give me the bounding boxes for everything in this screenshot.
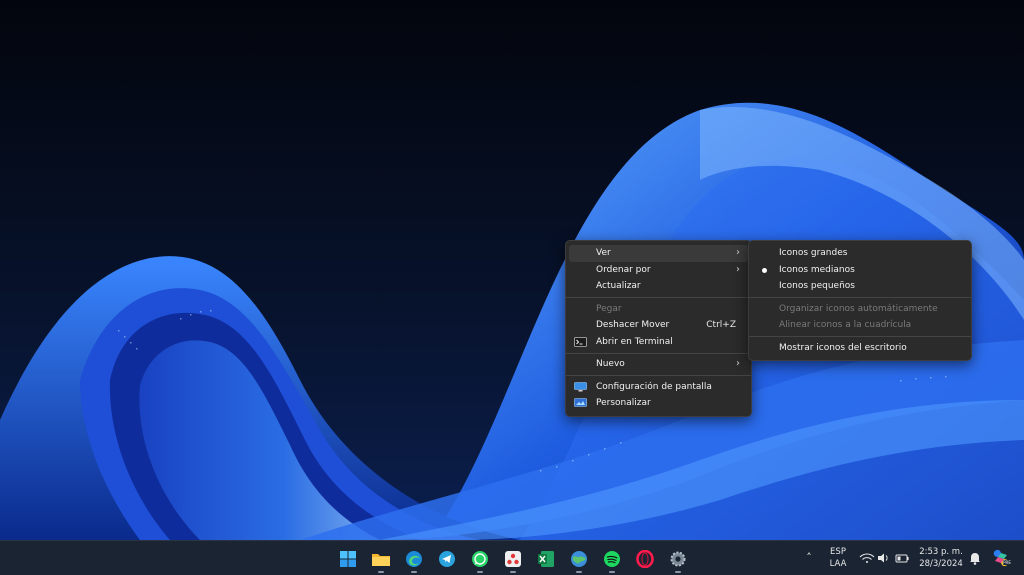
- running-indicator: [378, 571, 384, 573]
- running-indicator: [576, 571, 582, 573]
- menu-item-label: Alinear iconos a la cuadrícula: [779, 320, 912, 330]
- date-label: 28/3/2024: [919, 559, 963, 569]
- clock[interactable]: 2:53 p. m. 28/3/2024: [916, 546, 966, 570]
- running-indicator: [510, 571, 516, 573]
- menu-item-label: Nuevo: [596, 359, 625, 369]
- menu-separator: [566, 297, 751, 298]
- running-indicator: [477, 571, 483, 573]
- chevron-right-icon: ›: [736, 263, 740, 275]
- desktop-context-menu: Ver › Ordenar por › Actualizar Pegar Des…: [565, 240, 752, 417]
- wifi-icon: [859, 553, 875, 563]
- submenu-item-iconos-pequenos[interactable]: Iconos pequeños: [752, 278, 968, 295]
- selected-bullet-icon: [762, 267, 767, 273]
- taskbar-app-telegram[interactable]: [434, 546, 460, 572]
- chevron-up-icon: ˄: [806, 551, 812, 564]
- time-label: 2:53 p. m.: [919, 547, 963, 557]
- file-explorer-icon: [372, 554, 390, 566]
- taskbar-app-opera[interactable]: [632, 546, 658, 572]
- taskbar-app-red[interactable]: [500, 546, 526, 573]
- app-red-icon: [505, 551, 521, 567]
- running-indicator: [411, 571, 417, 573]
- menu-item-ver[interactable]: Ver ›: [569, 245, 748, 262]
- submenu-item-iconos-medianos[interactable]: Iconos medianos: [752, 262, 968, 279]
- menu-item-deshacer-mover[interactable]: Deshacer Mover Ctrl+Z: [569, 317, 748, 334]
- menu-item-configuracion-de-pantalla[interactable]: Configuración de pantalla: [569, 379, 748, 396]
- opera-icon: [636, 550, 654, 568]
- spotify-icon: [604, 551, 620, 567]
- notifications-button[interactable]: [968, 550, 982, 566]
- menu-item-label: Iconos pequeños: [779, 281, 855, 291]
- personalize-icon: [574, 398, 587, 408]
- taskbar-app-spotify[interactable]: [599, 546, 625, 573]
- submenu-item-iconos-grandes[interactable]: Iconos grandes: [752, 245, 968, 262]
- menu-item-label: Iconos medianos: [779, 264, 855, 275]
- language-code: ESP: [830, 547, 846, 557]
- menu-item-label: Deshacer Mover: [596, 320, 670, 330]
- chevron-right-icon: ›: [736, 358, 740, 369]
- menu-item-label: Actualizar: [596, 281, 641, 291]
- menu-separator: [566, 352, 751, 354]
- menu-item-ordenar-por[interactable]: Ordenar por ›: [569, 262, 748, 279]
- taskbar: ˄ ESP LAA 2:53 p. m. 28/3/2024 PRE: [0, 540, 1024, 575]
- menu-item-label: Organizar iconos automáticamente: [779, 303, 938, 314]
- menu-item-abrir-en-terminal[interactable]: Abrir en Terminal: [569, 334, 748, 351]
- menu-item-label: Mostrar iconos del escritorio: [779, 342, 907, 353]
- quick-settings-button[interactable]: [858, 549, 910, 567]
- copilot-button[interactable]: PRE: [990, 548, 1012, 568]
- taskbar-app-edge[interactable]: [401, 546, 427, 573]
- taskbar-app-globe[interactable]: [566, 546, 592, 573]
- taskbar-app-file-explorer[interactable]: [368, 546, 394, 573]
- menu-item-label: Personalizar: [596, 398, 651, 408]
- keyboard-layout-code: LAA: [829, 559, 847, 569]
- menu-item-label: Iconos grandes: [779, 248, 848, 258]
- shortcut-label: Ctrl+Z: [706, 320, 736, 330]
- show-hidden-icons-button[interactable]: ˄: [802, 551, 816, 565]
- telegram-icon: [439, 551, 455, 567]
- running-indicator: [675, 571, 681, 573]
- submenu-item-alinear-iconos: Alinear iconos a la cuadrícula: [752, 317, 968, 334]
- excel-icon: [538, 551, 554, 567]
- edge-icon: [406, 551, 422, 567]
- menu-item-label: Pegar: [596, 303, 622, 314]
- menu-item-label: Ordenar por: [596, 264, 651, 275]
- whatsapp-icon: [472, 551, 488, 567]
- menu-item-actualizar[interactable]: Actualizar: [569, 278, 748, 295]
- taskbar-app-whatsapp[interactable]: [467, 546, 493, 573]
- submenu-ver: Iconos grandes Iconos medianos Iconos pe…: [748, 240, 972, 361]
- display-settings-icon: [574, 381, 587, 392]
- battery-icon: [895, 554, 909, 563]
- menu-item-label: Abrir en Terminal: [596, 336, 673, 347]
- start-button[interactable]: [335, 546, 361, 572]
- menu-item-label: Ver: [596, 248, 611, 258]
- submenu-item-mostrar-iconos[interactable]: Mostrar iconos del escritorio: [752, 340, 968, 357]
- menu-item-label: Configuración de pantalla: [596, 381, 712, 392]
- terminal-icon: [574, 336, 587, 347]
- chevron-right-icon: ›: [736, 247, 740, 258]
- menu-separator: [566, 375, 751, 376]
- input-language-indicator[interactable]: ESP LAA: [824, 546, 852, 570]
- svg-text:PRE: PRE: [1003, 560, 1011, 565]
- running-indicator: [609, 571, 615, 573]
- menu-separator: [749, 336, 971, 337]
- menu-item-personalizar[interactable]: Personalizar: [569, 395, 748, 412]
- taskbar-app-excel[interactable]: [533, 546, 559, 572]
- globe-app-icon: [571, 551, 587, 567]
- submenu-item-organizar-iconos: Organizar iconos automáticamente: [752, 301, 968, 318]
- settings-icon: [670, 551, 686, 567]
- volume-icon: [878, 553, 888, 563]
- menu-item-nuevo[interactable]: Nuevo ›: [569, 356, 748, 373]
- copilot-icon: PRE: [993, 549, 1011, 567]
- taskbar-app-settings[interactable]: [665, 546, 691, 573]
- start-icon: [340, 551, 356, 567]
- menu-item-pegar: Pegar: [569, 301, 748, 318]
- bell-icon: [970, 553, 980, 565]
- menu-separator: [749, 297, 971, 298]
